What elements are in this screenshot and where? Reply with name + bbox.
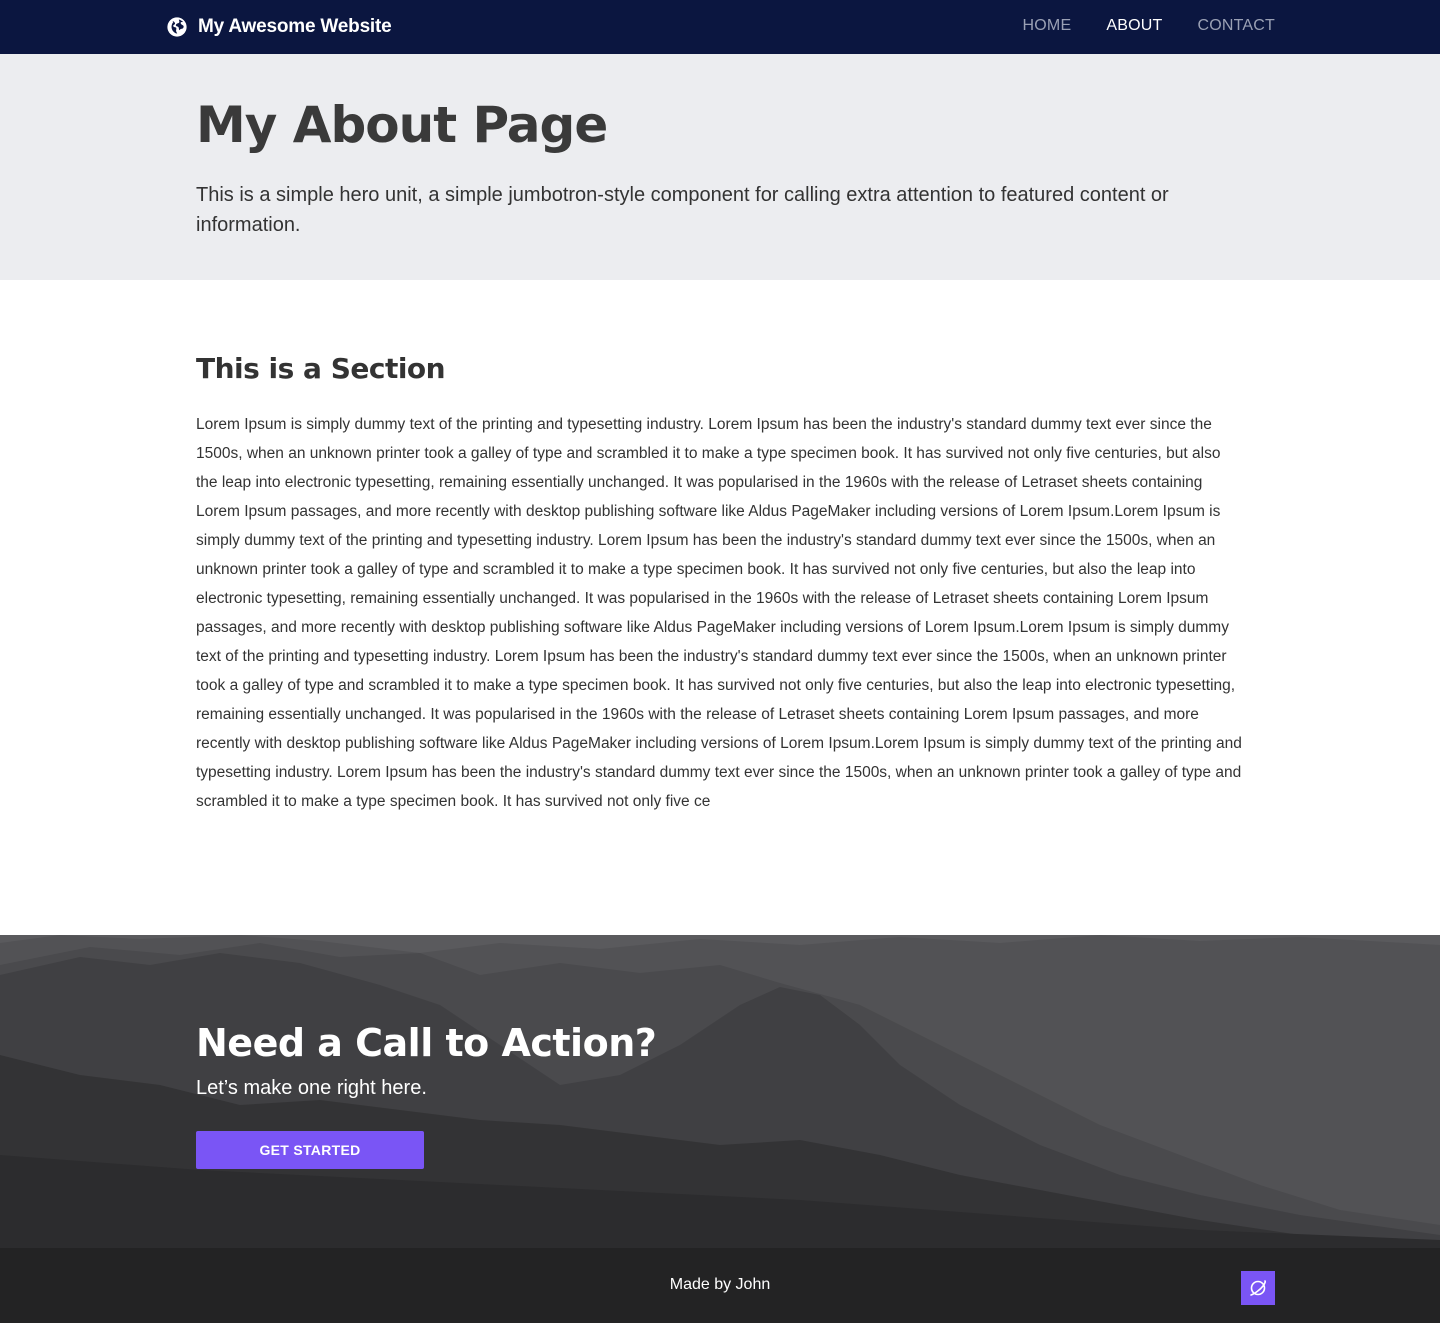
nav-links: HOME ABOUT CONTACT xyxy=(1023,17,1275,35)
content-section: This is a Section Lorem Ipsum is simply … xyxy=(0,280,1440,935)
cta-subtitle: Let’s make one right here. xyxy=(196,1077,427,1099)
brand-name: My Awesome Website xyxy=(198,16,392,37)
nav-link-about[interactable]: ABOUT xyxy=(1106,17,1162,35)
nav-link-contact[interactable]: CONTACT xyxy=(1197,17,1275,35)
cta-title: Need a Call to Action? xyxy=(196,1021,657,1065)
planet-icon xyxy=(1250,1280,1266,1296)
brand-link[interactable]: My Awesome Website xyxy=(166,15,392,39)
hero-title: My About Page xyxy=(196,96,608,154)
footer-icon-button[interactable] xyxy=(1241,1271,1275,1305)
nav-link-home[interactable]: HOME xyxy=(1023,17,1072,35)
hero: My About Page This is a simple hero unit… xyxy=(0,54,1440,280)
get-started-button[interactable]: GET STARTED xyxy=(196,1131,424,1169)
navbar: My Awesome Website HOME ABOUT CONTACT xyxy=(0,0,1440,54)
footer-credit: Made by John xyxy=(669,1276,771,1293)
section-body: Lorem Ipsum is simply dummy text of the … xyxy=(196,416,1242,810)
footer: Made by John xyxy=(0,1248,1440,1323)
cta-section: Need a Call to Action? Let’s make one ri… xyxy=(0,935,1440,1248)
globe-icon xyxy=(167,17,187,37)
section-title: This is a Section xyxy=(196,352,446,385)
hero-lead: This is a simple hero unit, a simple jum… xyxy=(196,184,1169,236)
